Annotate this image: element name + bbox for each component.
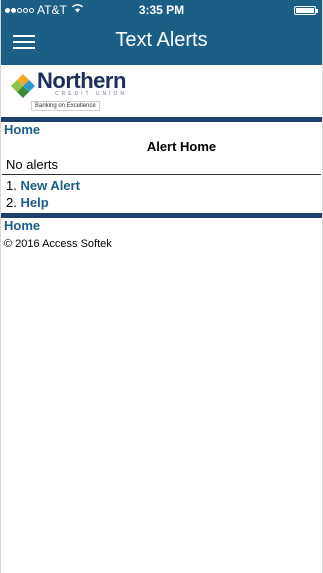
list-item: 2. Help <box>6 194 322 211</box>
app-header: AT&T 3:35 PM Text Alerts <box>1 0 322 65</box>
help-link[interactable]: Help <box>20 195 48 210</box>
nav-bar: Text Alerts <box>1 20 322 65</box>
nav-title: Text Alerts <box>115 29 208 51</box>
status-time: 3:35 PM <box>138 3 185 17</box>
home-link-top[interactable]: Home <box>1 122 322 138</box>
list-item-number: 2. <box>6 195 17 210</box>
list-item-number: 1. <box>6 178 17 193</box>
battery-icon <box>294 6 318 15</box>
divider <box>2 174 321 175</box>
home-link-bottom[interactable]: Home <box>1 218 322 234</box>
logo-mark-icon <box>11 74 35 98</box>
alert-menu: 1. New Alert 2. Help <box>1 177 322 211</box>
logo-subtitle: CREDIT UNION <box>55 91 128 97</box>
empty-alerts-message: No alerts <box>6 157 59 172</box>
logo-tagline: Banking on Excellence <box>31 101 100 111</box>
status-bar: AT&T 3:35 PM <box>1 0 322 20</box>
northern-logo: Northern CREDIT UNION Banking on Excelle… <box>1 65 322 115</box>
page-title: Alert Home <box>146 139 217 154</box>
list-item: 1. New Alert <box>6 177 322 194</box>
copyright-text: © 2016 Access Softek <box>4 238 112 250</box>
new-alert-link[interactable]: New Alert <box>20 178 79 193</box>
app-frame: AT&T 3:35 PM Text Alerts Northern CREDIT… <box>0 0 323 573</box>
battery-fill <box>296 8 314 13</box>
